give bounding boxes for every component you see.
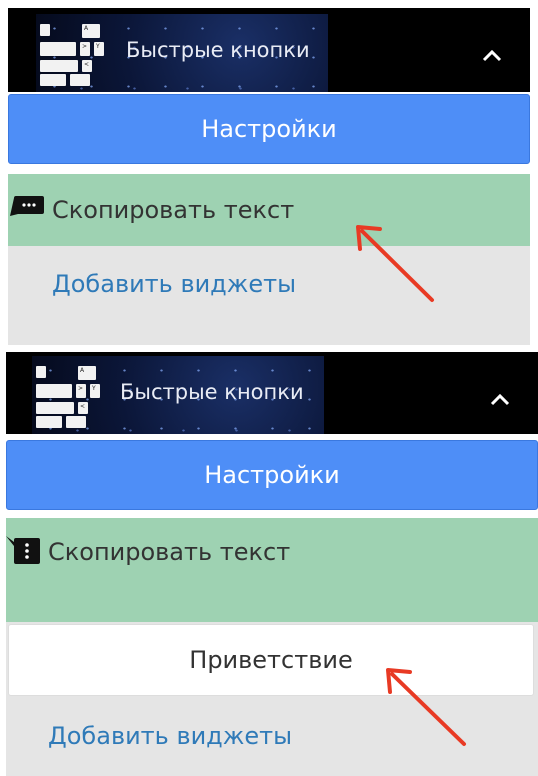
chevron-up-icon[interactable]: [482, 48, 502, 62]
keyboard-logo-icon: A > Y <: [40, 24, 106, 86]
quick-buttons-banner: A > Y < Быстрые кнопки: [36, 14, 328, 92]
settings-button[interactable]: Настройки: [8, 94, 530, 164]
panel-header: A > Y < Быстрые кнопки: [8, 8, 530, 92]
banner-title: Быстрые кнопки: [126, 38, 310, 62]
widget-copy-text[interactable]: Скопировать текст: [6, 518, 538, 622]
quick-buttons-banner: A > Y < Быстрые кнопки: [32, 356, 324, 434]
settings-button[interactable]: Настройки: [6, 440, 538, 510]
quick-buttons-panel-bottom: A > Y < Быстрые кнопки Настройки Скопиро…: [6, 352, 538, 776]
chat-ellipsis-icon[interactable]: [8, 194, 44, 222]
widget-copy-text[interactable]: Скопировать текст: [8, 174, 530, 246]
add-widgets-link[interactable]: Добавить виджеты: [52, 270, 296, 298]
copy-text-label: Скопировать текст: [52, 196, 295, 224]
vertical-ellipsis-icon[interactable]: [6, 536, 42, 564]
annotation-arrow: [356, 225, 434, 302]
annotation-arrow: [386, 668, 466, 746]
add-widgets-link[interactable]: Добавить виджеты: [48, 722, 292, 750]
banner-title: Быстрые кнопки: [120, 380, 304, 404]
keyboard-logo-icon: A > Y <: [36, 366, 102, 428]
copy-text-label: Скопировать текст: [48, 538, 291, 566]
quick-buttons-panel-top: A > Y < Быстрые кнопки Настройки Скопиро…: [0, 0, 538, 345]
chevron-up-icon[interactable]: [490, 392, 510, 406]
panel-header: A > Y < Быстрые кнопки: [6, 352, 538, 434]
